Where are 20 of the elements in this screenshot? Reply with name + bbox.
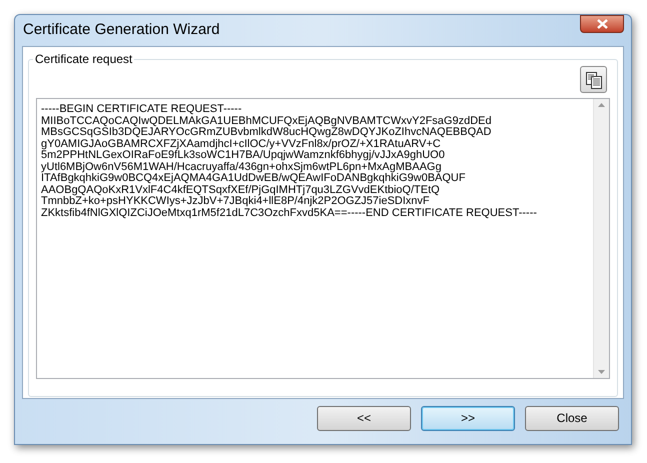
wizard-button[interactable]: << bbox=[317, 406, 411, 430]
close-icon bbox=[596, 19, 608, 29]
request-text-line: -----BEGIN CERTIFICATE REQUEST----- bbox=[41, 104, 242, 116]
request-text-line: yUtl6MBjOw6nV56M1WAH/Hcacruyaffa/436gn+ohxSjm6wtPL6pn+MxAgMBAAGg bbox=[41, 162, 442, 173]
copy-button[interactable] bbox=[580, 66, 607, 93]
wizard-button[interactable]: Close bbox=[525, 406, 619, 430]
group-label: Certificate request bbox=[33, 52, 134, 66]
close-button[interactable] bbox=[580, 15, 624, 33]
wizard-button[interactable]: >> bbox=[421, 406, 515, 430]
request-text-line: ZKktsfib4fNlGXlQIZCiJOeMtxq1rM5f21dL7C3OzchFxvd5KA==-----END CERTIFICATE REQUEST----- bbox=[41, 208, 537, 219]
request-text-line: MBsGCSqGSIb3DQEJARYOcGRmZUBvbmlkdW8ucHQwgZ8wDQYJKoZIhvcNAQEBBQAD bbox=[41, 127, 492, 138]
request-text-line: AAOBgQAQoKxR1VxlF4C4kfEQTSqxfXEf/PjGqIMHTj7qu3LZGVvdEKtbioQ/TEtQ bbox=[41, 184, 440, 196]
request-text-line: 5m2PPHtNLGexOIRaFoE9fLk3soWC1H7BA/UpqjwWamznkf6bhygj/vJJxA9ghUO0 bbox=[41, 150, 445, 162]
request-text-line: TmnbbZ+ko+psHYKKCWIys+JzJbV+7JBqki4+llE8P/4njk2P2OGZJ57ieSDIxnvF bbox=[41, 196, 430, 208]
request-text-area[interactable] bbox=[36, 98, 610, 379]
window-title: Certificate Generation Wizard bbox=[22, 20, 220, 40]
copy-documents-icon bbox=[584, 70, 602, 88]
request-text-line: gY0AMIGJAoGBAMRCXFZjXAamdjhcI+cIlOC/y+VVzFnl8x/prOZ/+X1RAtuARV+C bbox=[41, 138, 441, 150]
request-text-line: MIIBoTCCAQoCAQIwQDELMAkGA1UEBhMCUFQxEjAQBgNVBAMTCWxvY2FsaG9zdDEd bbox=[41, 116, 492, 127]
request-text-line: ITAfBgkqhkiG9w0BCQ4xEjAQMA4GA1UdDwEB/wQEAwIFoDANBgkqhkiG9w0BAQUF bbox=[41, 173, 466, 184]
